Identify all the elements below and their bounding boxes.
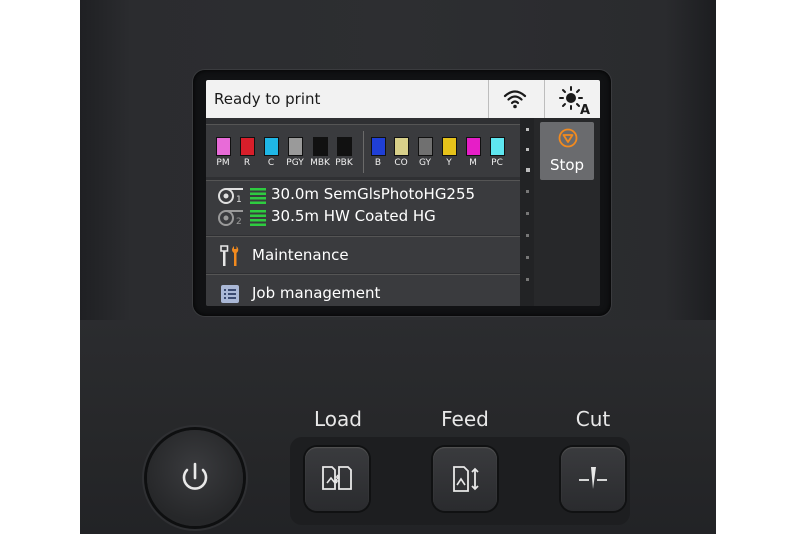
roll-number: 1 — [236, 195, 242, 205]
feed-paper-icon — [453, 466, 479, 492]
roll-2-row: 2 30.5m HW Coated HG — [216, 207, 516, 229]
page-indicator-dot — [526, 128, 529, 131]
wifi-icon[interactable] — [502, 87, 528, 111]
printer-status-text: Ready to print — [214, 90, 321, 108]
brightness-badge: A — [580, 103, 590, 115]
job-list-icon — [221, 285, 239, 303]
ink-swatch — [370, 137, 386, 156]
ink-cartridge: MBK — [309, 137, 331, 168]
power-button[interactable] — [147, 430, 243, 526]
ink-label: GY — [418, 158, 432, 168]
ink-label: MBK — [310, 158, 330, 168]
ink-swatch — [215, 137, 231, 156]
page-indicator-dot — [526, 148, 529, 151]
ink-label: PC — [491, 158, 503, 168]
roll-level-icon — [250, 188, 266, 204]
status-bar: Ready to print A — [206, 80, 600, 118]
page-indicator-dot — [526, 234, 529, 237]
page-indicator-dot-active — [526, 168, 530, 172]
power-icon — [182, 462, 208, 490]
page-indicator-dot — [526, 212, 529, 215]
ink-swatch — [441, 137, 457, 156]
load-paper-icon — [322, 466, 352, 490]
roll-2-info: 30.5m HW Coated HG — [271, 207, 436, 225]
tools-icon — [220, 245, 239, 266]
menu-label: Job management — [252, 284, 381, 302]
ink-label: CO — [394, 158, 408, 168]
ink-cartridge: M — [462, 137, 484, 168]
ink-levels-panel[interactable]: PM R C PGY MBK PBK B CO GY Y M PC — [206, 124, 520, 177]
roll-1-row: 1 30.0m SemGlsPhotoHG255 — [216, 185, 516, 207]
ink-cartridge: PC — [486, 137, 508, 168]
stop-panel: Stop — [534, 118, 600, 306]
ink-swatch — [465, 137, 481, 156]
page-indicator-dot — [526, 278, 529, 281]
roll-1-info: 30.0m SemGlsPhotoHG255 — [271, 185, 476, 203]
ink-cartridge: PGY — [284, 137, 306, 168]
ink-cartridge: R — [236, 137, 258, 168]
cut-label: Cut — [575, 407, 611, 431]
ink-swatch — [263, 137, 279, 156]
status-divider — [544, 80, 545, 118]
ink-cartridge: Y — [438, 137, 460, 168]
media-panel[interactable]: 1 30.0m SemGlsPhotoHG255 2 30.5m HW Coat… — [206, 180, 520, 235]
ink-cartridge: CO — [390, 137, 412, 168]
ink-swatch — [312, 137, 328, 156]
ink-label: PBK — [335, 158, 353, 168]
ink-cartridge: C — [260, 137, 282, 168]
page-indicator-dot — [526, 256, 529, 259]
ink-group-divider — [363, 131, 364, 173]
menu-item-maintenance[interactable]: Maintenance — [206, 236, 520, 273]
ink-swatch — [336, 137, 352, 156]
ink-cartridge: PBK — [333, 137, 355, 168]
ink-label: B — [374, 158, 382, 168]
ink-label: C — [267, 158, 275, 168]
stop-icon — [558, 128, 578, 148]
touch-screen: Ready to print A PM R C PGY MBK PBK B CO… — [206, 80, 600, 306]
ink-label: M — [469, 158, 477, 168]
ink-swatch — [239, 137, 255, 156]
ink-cartridge: GY — [414, 137, 436, 168]
page-indicator — [520, 118, 534, 306]
roll-paper-icon: 2 — [218, 210, 243, 227]
status-divider — [488, 80, 489, 118]
stop-button[interactable]: Stop — [540, 122, 594, 180]
load-label: Load — [314, 407, 362, 431]
roll-level-icon — [250, 210, 266, 226]
page-indicator-dot — [526, 190, 529, 193]
roll-number: 2 — [236, 217, 242, 227]
ink-label: PM — [216, 158, 230, 168]
auto-brightness-icon[interactable]: A — [556, 85, 592, 118]
ink-swatch — [287, 137, 303, 156]
ink-cartridge: PM — [212, 137, 234, 168]
menu-label: Maintenance — [252, 246, 349, 264]
ink-label: PGY — [286, 158, 304, 168]
ink-swatch — [393, 137, 409, 156]
cut-button[interactable] — [561, 447, 625, 511]
ink-label: R — [243, 158, 251, 168]
ink-swatch — [417, 137, 433, 156]
roll-paper-icon: 1 — [218, 188, 243, 205]
cutter-icon — [579, 467, 607, 489]
ink-swatch — [489, 137, 505, 156]
ink-label: Y — [446, 158, 452, 168]
feed-button[interactable] — [433, 447, 497, 511]
stop-label: Stop — [549, 156, 585, 174]
feed-label: Feed — [441, 407, 489, 431]
menu-item-job-management[interactable]: Job management — [206, 274, 520, 306]
ink-cartridge: B — [367, 137, 389, 168]
load-button[interactable] — [305, 447, 369, 511]
